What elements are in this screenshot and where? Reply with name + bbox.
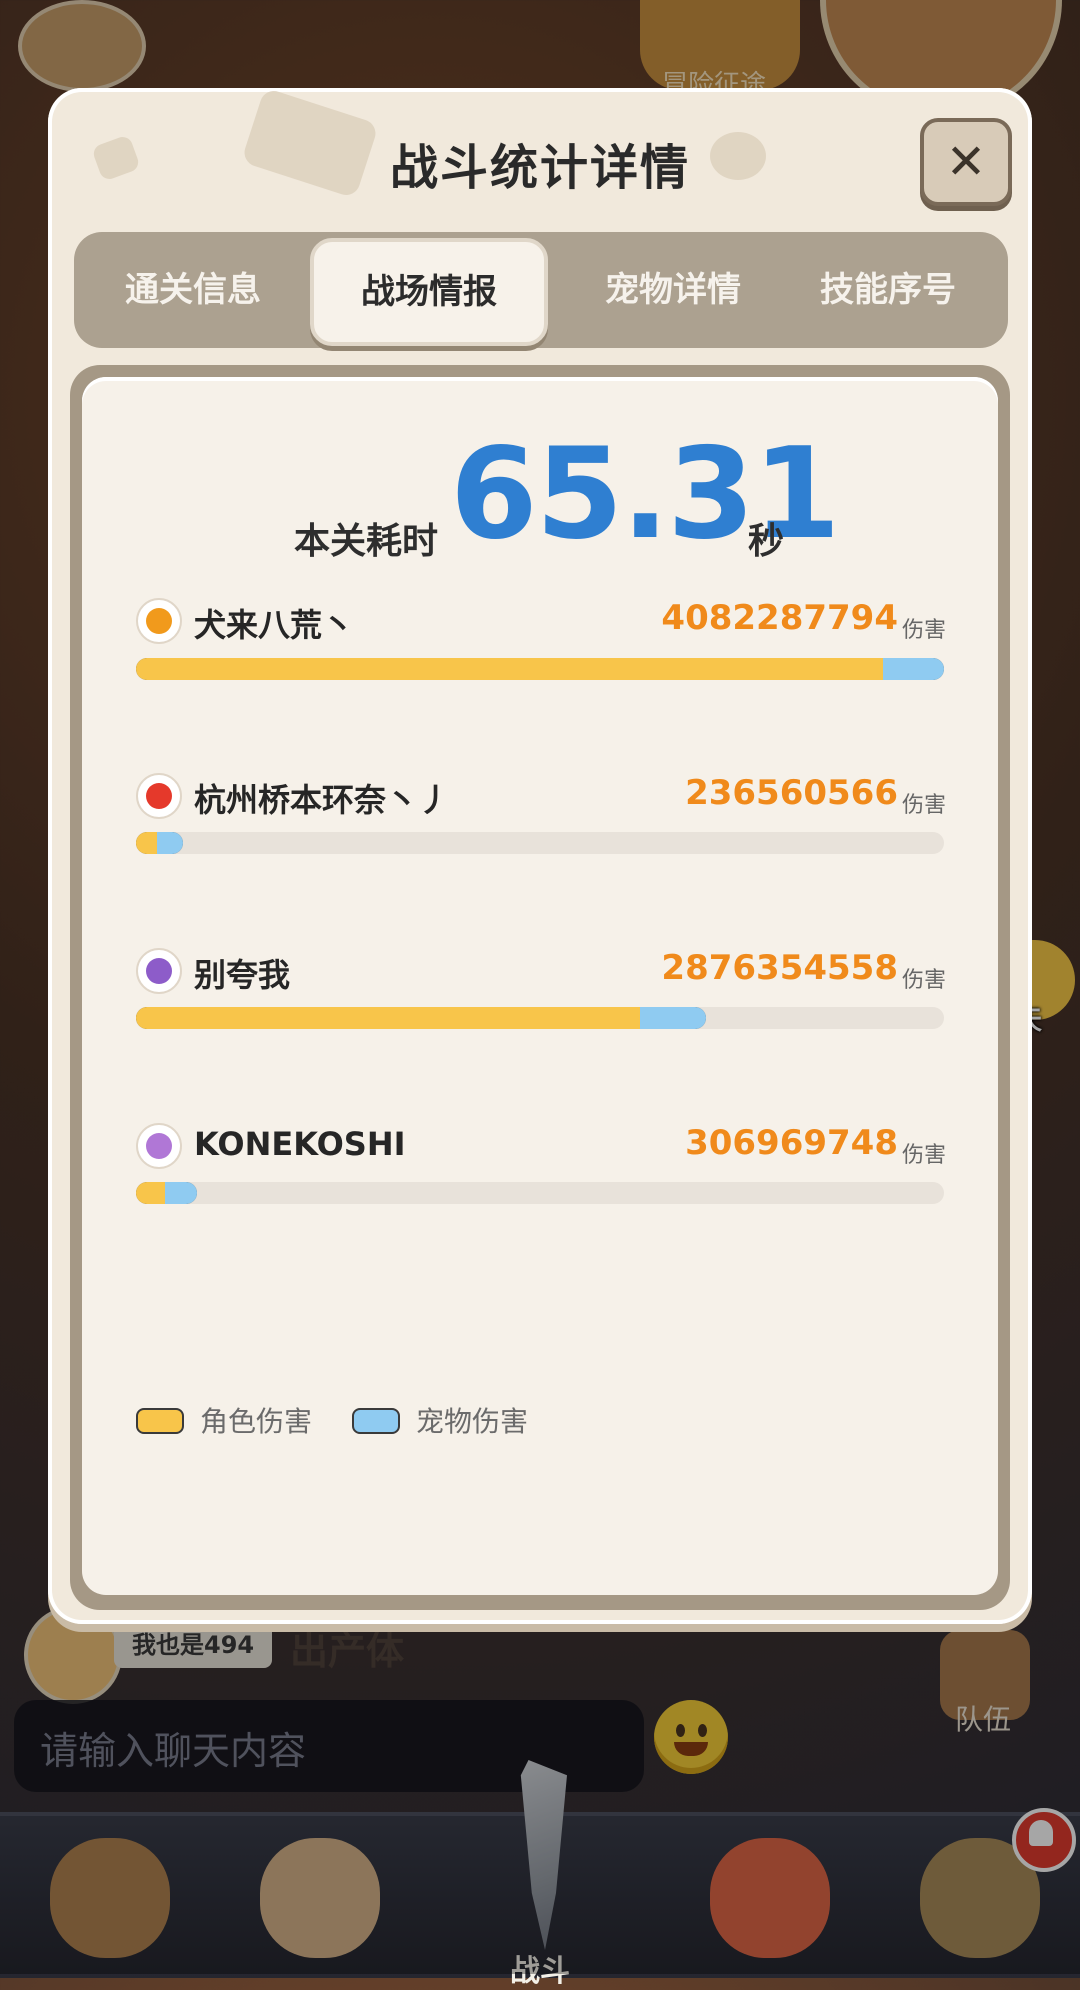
player-name: 杭州桥本环奈丶丿	[194, 781, 451, 819]
time-label: 本关耗时	[294, 521, 439, 562]
flame-claw-icon	[136, 598, 182, 644]
close-button[interactable]: ✕	[920, 118, 1012, 206]
player-damage: 306969748	[685, 1123, 898, 1163]
tab-skill-order[interactable]: 技能序号	[773, 232, 1003, 348]
pet-damage-segment	[640, 1007, 706, 1029]
damage-bar	[136, 1182, 197, 1204]
red-swirl-icon	[136, 773, 182, 819]
tab-clear-info[interactable]: 通关信息	[78, 232, 308, 348]
damage-bar	[136, 832, 183, 854]
pet-damage-segment	[157, 832, 183, 854]
damage-unit: 伤害	[902, 968, 947, 993]
damage-bar-track	[136, 1182, 944, 1204]
damage-bar-track	[136, 832, 944, 854]
damage-bar-track	[136, 658, 944, 680]
damage-unit: 伤害	[902, 793, 947, 818]
player-damage: 2876354558	[661, 948, 898, 988]
time-unit: 秒	[748, 521, 785, 562]
legend-label-pet: 宠物伤害	[416, 1405, 529, 1438]
modal-title: 战斗统计详情	[389, 140, 690, 196]
purple-orb-icon	[136, 1123, 182, 1169]
legend-swatch-pet	[352, 1408, 400, 1434]
player-name: 犬来八荒丶	[194, 606, 355, 644]
close-icon: ✕	[945, 134, 987, 190]
tab-pet-details[interactable]: 宠物详情	[558, 232, 788, 348]
damage-bar	[136, 1007, 706, 1029]
character-damage-segment	[136, 832, 157, 854]
damage-bar-track	[136, 1007, 944, 1029]
legend-swatch-character	[136, 1408, 184, 1434]
purple-swirl-icon	[136, 948, 182, 994]
player-damage: 236560566	[685, 773, 898, 813]
pet-damage-segment	[883, 658, 944, 680]
damage-unit: 伤害	[902, 1143, 947, 1168]
player-name: KONEKOSHI	[194, 1125, 406, 1163]
character-damage-segment	[136, 658, 883, 680]
player-name: 别夸我	[194, 956, 291, 994]
legend-label-character: 角色伤害	[200, 1405, 313, 1438]
damage-unit: 伤害	[902, 618, 947, 643]
character-damage-segment	[136, 1182, 165, 1204]
tab-battlefield-intel[interactable]: 战场情报	[310, 238, 548, 346]
character-damage-segment	[136, 1007, 640, 1029]
player-damage: 4082287794	[661, 598, 898, 638]
pet-damage-segment	[165, 1182, 197, 1204]
damage-bar	[136, 658, 944, 680]
